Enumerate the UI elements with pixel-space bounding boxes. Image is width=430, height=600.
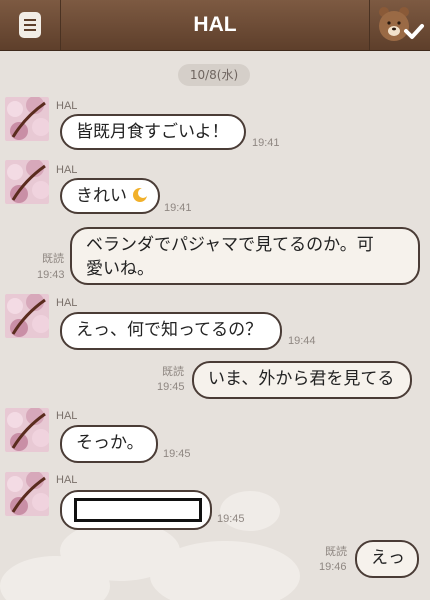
avatar[interactable] [5, 160, 49, 204]
sender-name: HAL [56, 100, 78, 112]
message-bubble[interactable]: えっ、何で知ってるの？ [60, 312, 282, 350]
message-time: 19:45 [163, 448, 191, 460]
avatar[interactable] [5, 294, 49, 338]
message-text: そっか。 [76, 433, 144, 453]
message-text-line2: 愛いね。 [86, 259, 154, 279]
read-receipt: 既読 [162, 366, 184, 378]
moon-emoji [133, 188, 149, 202]
read-receipt: 既読 [42, 253, 64, 265]
chat-header: HAL [0, 0, 430, 51]
message-time: 19:44 [288, 335, 316, 347]
image-message-bubble[interactable] [60, 490, 212, 530]
message-bubble[interactable]: ベランダでパジャマで見てるのか。可 愛いね。 [70, 227, 420, 285]
message-time: 19:41 [164, 202, 192, 214]
message-text: きれい [76, 186, 127, 206]
message-text: えっ、何で知ってるの？ [76, 320, 263, 340]
date-separator: 10/8(水) [178, 64, 250, 86]
sender-name: HAL [56, 164, 78, 176]
message-bubble[interactable]: きれい [60, 178, 160, 214]
message-time: 19:46 [319, 561, 347, 573]
message-time: 19:43 [37, 269, 65, 281]
profile-menu-button[interactable] [369, 0, 430, 50]
message-time: 19:45 [217, 513, 245, 525]
message-bubble[interactable]: えっ [355, 540, 419, 578]
message-text: 皆既月食すごいよ！ [76, 122, 229, 142]
read-receipt: 既読 [325, 546, 347, 558]
avatar[interactable] [5, 97, 49, 141]
sender-name: HAL [56, 474, 78, 486]
menu-icon [19, 12, 41, 38]
message-text: いま、外から君を見てる [208, 369, 395, 389]
message-text-line1: ベランダでパジャマで見てるのか。可 [86, 235, 374, 255]
brown-bear-icon [379, 7, 424, 41]
sender-name: HAL [56, 297, 78, 309]
blank-image[interactable] [74, 498, 202, 522]
chat-title: HAL [193, 13, 237, 36]
chat-area[interactable]: 10/8(水) HAL 皆既月食すごいよ！ 19:41 HAL きれい 19:4… [0, 51, 430, 600]
avatar[interactable] [5, 472, 49, 516]
avatar[interactable] [5, 408, 49, 452]
message-time: 19:45 [157, 381, 185, 393]
menu-button[interactable] [0, 0, 61, 50]
message-time: 19:41 [252, 137, 280, 149]
message-bubble[interactable]: そっか。 [60, 425, 158, 463]
sender-name: HAL [56, 410, 78, 422]
message-bubble[interactable]: 皆既月食すごいよ！ [60, 114, 246, 150]
message-bubble[interactable]: いま、外から君を見てる [192, 361, 412, 399]
message-text: えっ [371, 548, 405, 568]
